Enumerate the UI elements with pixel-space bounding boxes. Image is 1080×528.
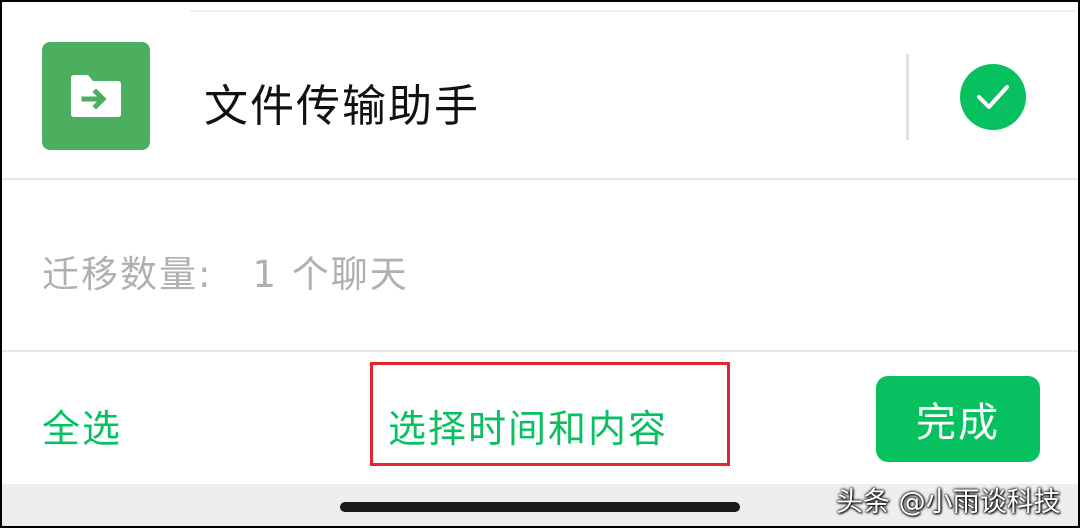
screenshot-border	[0, 0, 1080, 528]
